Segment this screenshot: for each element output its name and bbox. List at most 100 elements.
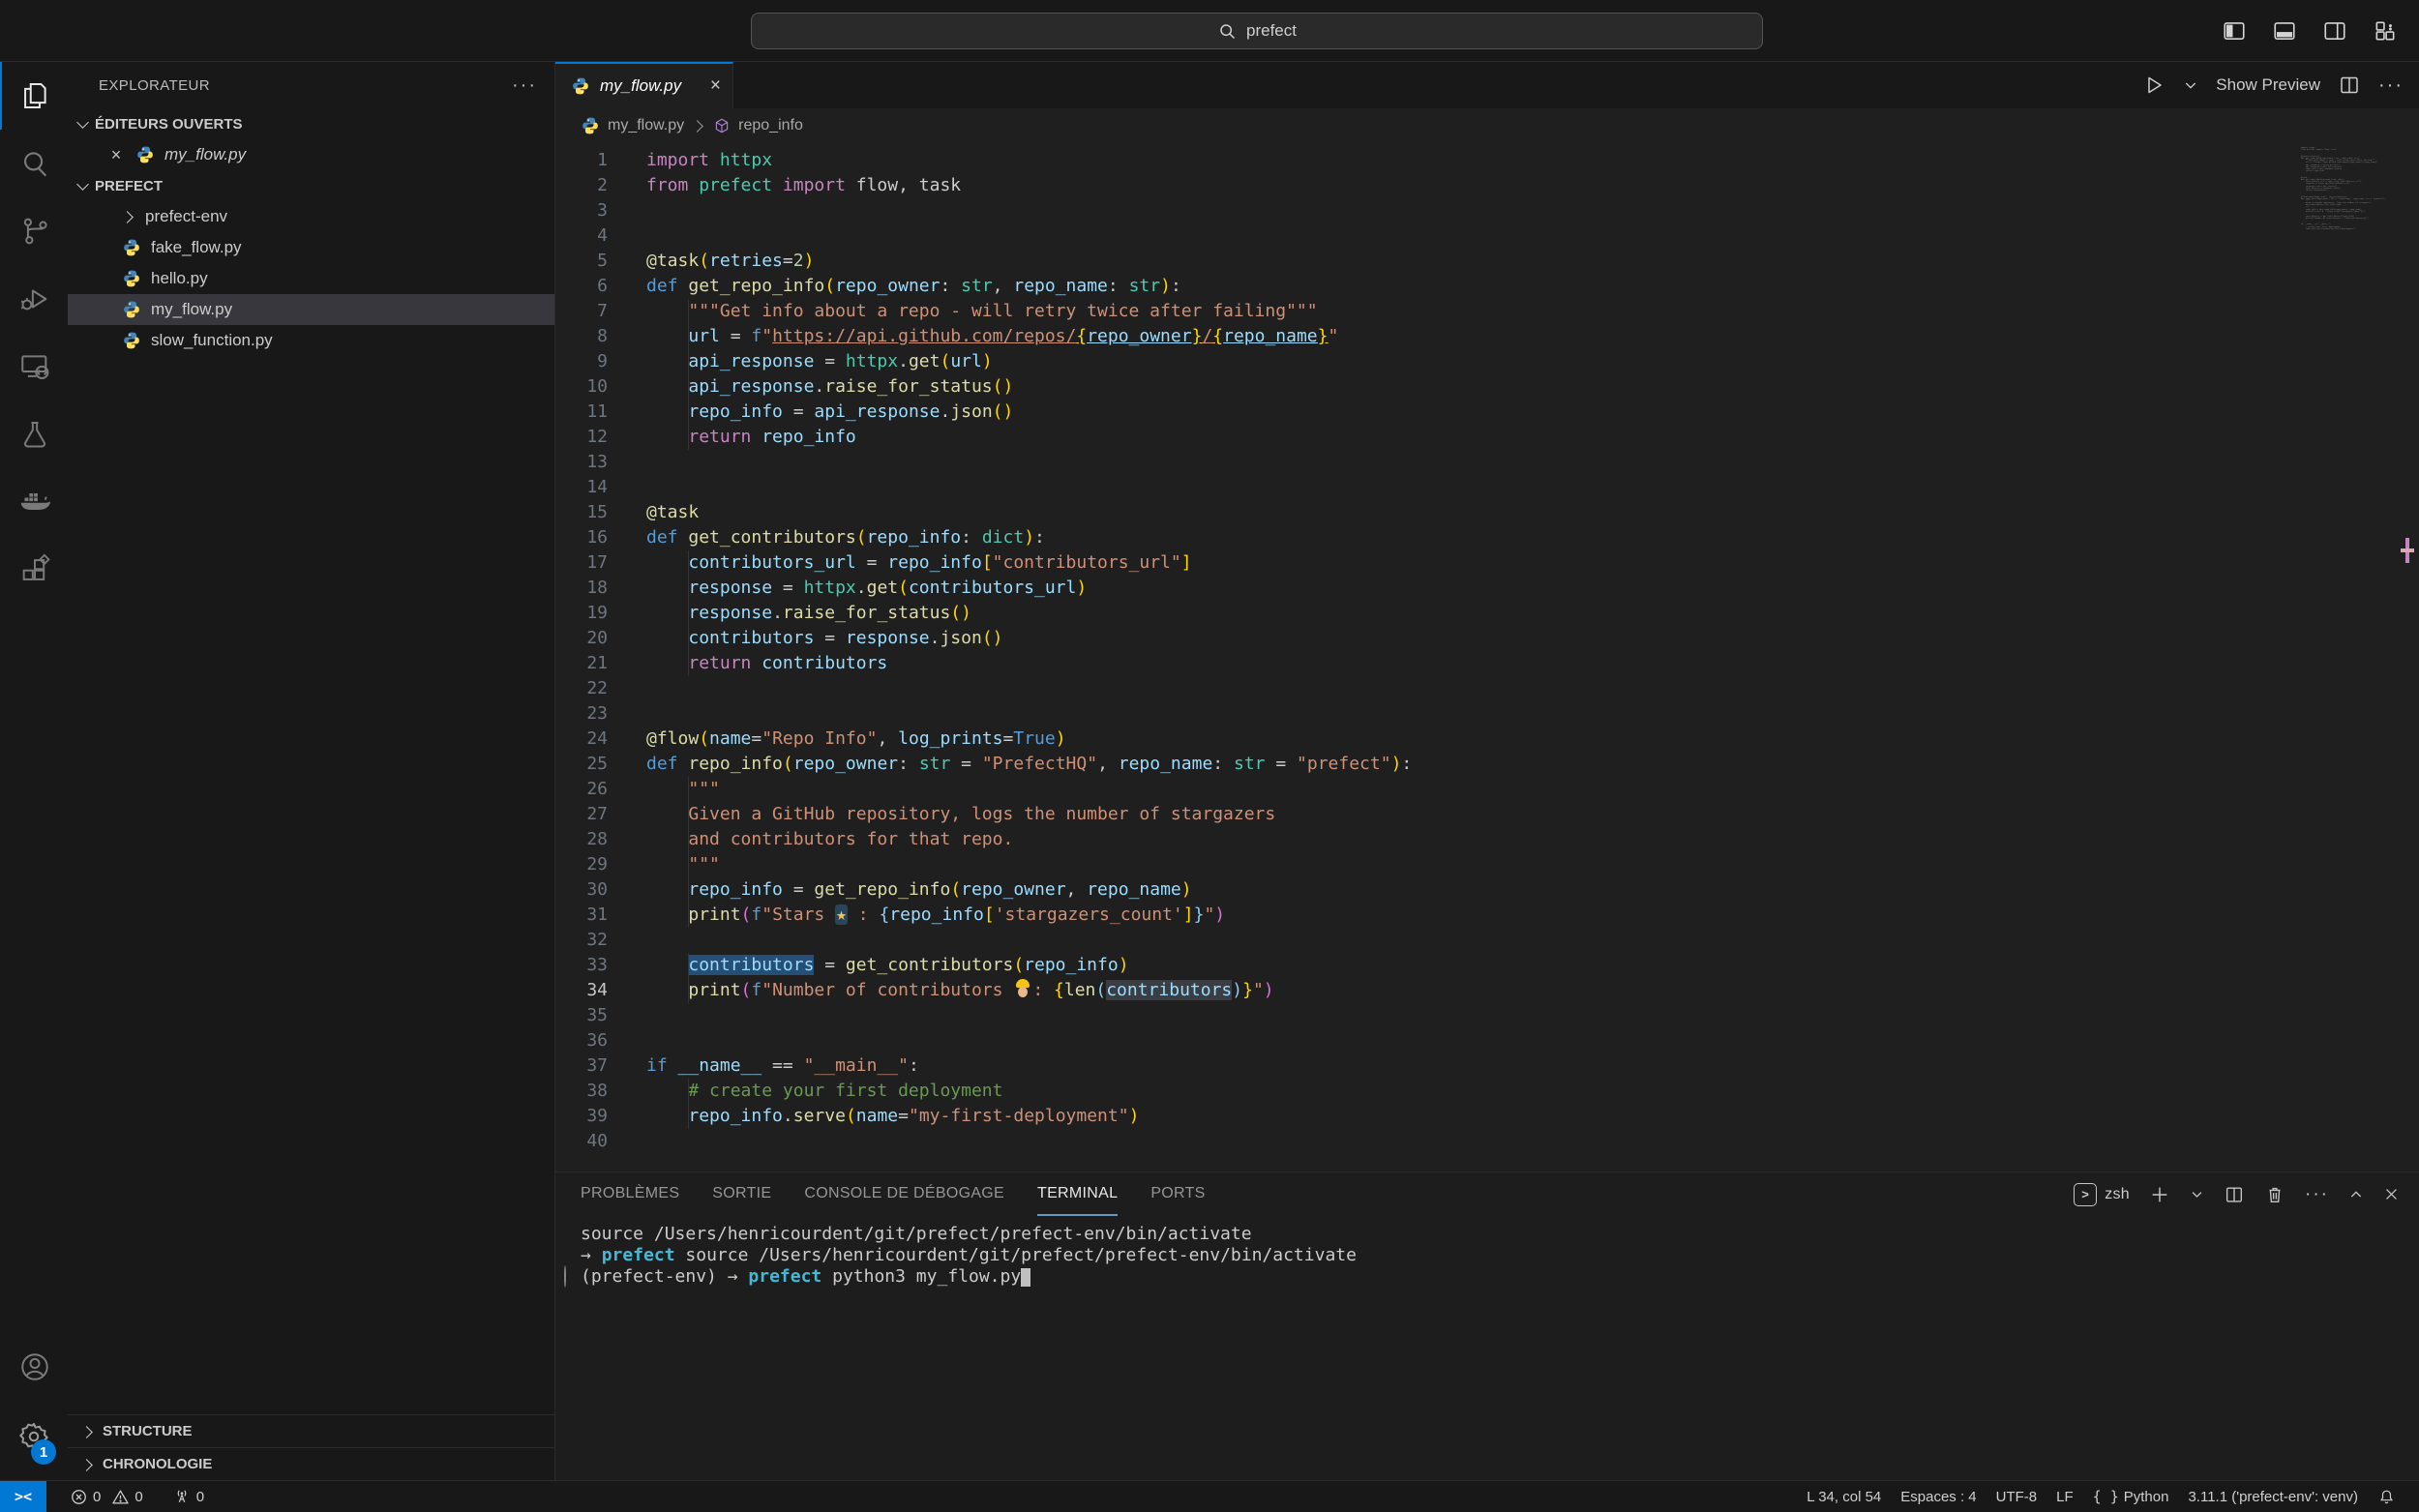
show-preview-button[interactable]: Show Preview	[2216, 75, 2320, 95]
python-interpreter[interactable]: 3.11.1 ('prefect-env': venv)	[2178, 1481, 2368, 1512]
line-content	[608, 1003, 646, 1028]
code-editor[interactable]: 1import httpx2from prefect import flow, …	[555, 143, 2419, 1171]
line-number: 11	[555, 400, 608, 425]
panel-tab-console-de-d-bogage[interactable]: CONSOLE DE DÉBOGAGE	[804, 1172, 1004, 1216]
search-icon[interactable]	[0, 130, 68, 197]
split-editor-icon[interactable]	[2338, 74, 2361, 97]
docker-icon[interactable]	[0, 468, 68, 536]
code-line: 7 """Get info about a repo - will retry …	[555, 299, 2419, 324]
customize-layout-icon[interactable]	[2373, 18, 2398, 44]
breadcrumb-symbol[interactable]: repo_info	[738, 117, 803, 134]
code-line: 8 url = f"https://api.github.com/repos/{…	[555, 324, 2419, 349]
tree-item-hello-py[interactable]: hello.py	[68, 263, 554, 294]
line-number: 40	[555, 1129, 608, 1154]
panel-tab-ports[interactable]: PORTS	[1150, 1172, 1205, 1216]
section-chronologie[interactable]: CHRONOLOGIE	[68, 1447, 554, 1480]
line-number: 21	[555, 651, 608, 676]
code-line: 34 print(f"Number of contributors : {len…	[555, 978, 2419, 1003]
tree-item-prefect-env[interactable]: prefect-env	[68, 201, 554, 232]
python-file-icon	[122, 238, 141, 257]
toggle-secondary-sidebar-icon[interactable]	[2322, 18, 2347, 44]
sidebar-more-icon[interactable]: ···	[512, 74, 537, 97]
line-number: 1	[555, 148, 608, 173]
language-mode[interactable]: { }Python	[2083, 1481, 2179, 1512]
more-actions-icon[interactable]: ···	[2378, 74, 2404, 97]
panel-more-icon[interactable]: ···	[2305, 1184, 2329, 1205]
panel-tab-terminal[interactable]: TERMINAL	[1037, 1172, 1118, 1216]
testing-icon[interactable]	[0, 400, 68, 468]
run-debug-icon[interactable]	[0, 265, 68, 333]
terminal-decoration	[555, 1266, 581, 1288]
line-content	[608, 928, 646, 953]
tree-item-fake_flow-py[interactable]: fake_flow.py	[68, 232, 554, 263]
open-editors-header[interactable]: ÉDITEURS OUVERTS	[68, 108, 554, 139]
close-icon[interactable]: ×	[710, 75, 721, 97]
code-line: 12 return repo_info	[555, 425, 2419, 450]
code-line: 14	[555, 475, 2419, 500]
activity-bar-bottom: 1	[0, 1333, 68, 1480]
line-content: and contributors for that repo.	[608, 827, 1013, 852]
extensions-icon[interactable]	[0, 536, 68, 604]
code-line: 40	[555, 1129, 2419, 1154]
cursor-position[interactable]: L 34, col 54	[1797, 1481, 1891, 1512]
toggle-primary-sidebar-icon[interactable]	[2222, 18, 2247, 44]
line-content: api_response.raise_for_status()	[608, 374, 1013, 400]
command-center-search[interactable]: prefect	[751, 13, 1763, 49]
status-bar: >< 0 0 0 L 34, col 54Espaces : 4UTF-8LF{…	[0, 1480, 2419, 1512]
tab-my-flow[interactable]: my_flow.py ×	[555, 62, 733, 108]
split-terminal-icon[interactable]	[2224, 1184, 2245, 1205]
close-icon[interactable]: ×	[106, 145, 126, 165]
section-structure[interactable]: STRUCTURE	[68, 1414, 554, 1447]
line-content: import httpx	[608, 148, 772, 173]
panel-tab-sortie[interactable]: SORTIE	[712, 1172, 771, 1216]
line-number: 2	[555, 173, 608, 198]
settings-badge: 1	[31, 1439, 56, 1465]
editor-group: my_flow.py × Show Preview ···	[555, 62, 2419, 1480]
python-file-icon	[581, 116, 600, 135]
toggle-panel-icon[interactable]	[2272, 18, 2297, 44]
project-header[interactable]: PREFECT	[68, 170, 554, 201]
line-number: 27	[555, 802, 608, 827]
remote-indicator[interactable]: ><	[0, 1481, 46, 1512]
explorer-icon[interactable]	[0, 62, 68, 130]
line-number: 37	[555, 1053, 608, 1079]
line-number: 31	[555, 903, 608, 928]
new-terminal-icon[interactable]	[2149, 1184, 2170, 1205]
code-line: 21 return contributors	[555, 651, 2419, 676]
line-content: return contributors	[608, 651, 887, 676]
section-label: CHRONOLOGIE	[103, 1456, 212, 1472]
code-line: 11 repo_info = api_response.json()	[555, 400, 2419, 425]
settings-icon[interactable]: 1	[0, 1401, 68, 1472]
tree-item-slow_function-py[interactable]: slow_function.py	[68, 325, 554, 356]
kill-terminal-icon[interactable]	[2264, 1184, 2285, 1205]
run-dropdown-chevron-icon[interactable]	[2183, 77, 2198, 93]
encoding[interactable]: UTF-8	[1986, 1481, 2047, 1512]
tree-item-my_flow-py[interactable]: my_flow.py	[68, 294, 554, 325]
line-content: from prefect import flow, task	[608, 173, 961, 198]
terminal-shell-selector[interactable]: > zsh	[2074, 1183, 2130, 1206]
line-number: 5	[555, 249, 608, 274]
chevron-right-icon	[122, 210, 135, 223]
line-content: Given a GitHub repository, logs the numb…	[608, 802, 1275, 827]
source-control-icon[interactable]	[0, 197, 68, 265]
ports-status[interactable]: 0	[163, 1481, 214, 1512]
search-value: prefect	[1246, 21, 1297, 41]
line-content: @flow(name="Repo Info", log_prints=True)	[608, 726, 1066, 752]
notifications[interactable]	[2368, 1481, 2405, 1512]
remote-explorer-icon[interactable]	[0, 333, 68, 400]
terminal-dropdown-chevron-icon[interactable]	[2190, 1187, 2204, 1201]
close-panel-icon[interactable]	[2383, 1186, 2400, 1202]
maximize-panel-icon[interactable]	[2348, 1187, 2364, 1202]
problems-status[interactable]: 0 0	[60, 1481, 153, 1512]
indentation[interactable]: Espaces : 4	[1891, 1481, 1986, 1512]
code-line: 4	[555, 223, 2419, 249]
account-icon[interactable]	[0, 1333, 68, 1401]
run-button[interactable]	[2142, 74, 2165, 97]
eol[interactable]: LF	[2046, 1481, 2083, 1512]
terminal[interactable]: source /Users/henricourdent/git/prefect/…	[555, 1216, 2419, 1480]
line-number: 7	[555, 299, 608, 324]
panel-tab-probl-mes[interactable]: PROBLÈMES	[581, 1172, 679, 1216]
breadcrumb-file[interactable]: my_flow.py	[608, 117, 684, 134]
code-line: 1import httpx	[555, 148, 2419, 173]
open-editor-item[interactable]: ×my_flow.py	[68, 139, 554, 170]
